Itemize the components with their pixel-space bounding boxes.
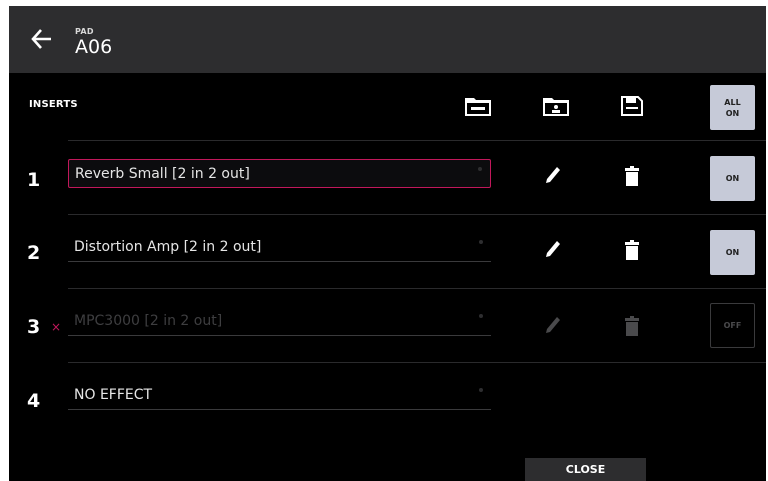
effect-select-slot-1[interactable]: Reverb Small [2 in 2 out] (68, 159, 491, 188)
screen: PAD A06 INSERTS ALL ON 1 Reverb Small [2… (9, 6, 766, 481)
edit-effect-button-slot-3[interactable] (545, 316, 561, 338)
folder-user-icon (543, 98, 569, 116)
slot-number: 2 (27, 242, 41, 264)
pad-name: A06 (75, 36, 113, 58)
effect-select-slot-4[interactable]: NO EFFECT (68, 381, 491, 410)
slot-number: 1 (27, 169, 41, 191)
delete-effect-button-slot-1[interactable] (625, 166, 639, 190)
all-on-button[interactable]: ALL ON (710, 85, 755, 130)
effect-name: Distortion Amp [2 in 2 out] (74, 239, 262, 255)
delete-effect-button-slot-3[interactable] (625, 316, 639, 340)
dropdown-caret-icon (478, 167, 482, 171)
delete-effect-button-slot-2[interactable] (625, 240, 639, 264)
divider (68, 288, 766, 289)
effect-select-slot-2[interactable]: Distortion Amp [2 in 2 out] (68, 233, 491, 262)
pencil-icon (546, 167, 560, 183)
floppy-disk-icon (621, 96, 643, 116)
slot-number: 3 (27, 316, 41, 338)
divider (68, 362, 766, 363)
divider (68, 214, 766, 215)
pencil-icon (546, 241, 560, 257)
arrow-left-icon (31, 29, 51, 49)
pencil-icon (546, 317, 560, 333)
close-button[interactable]: CLOSE (525, 458, 646, 481)
trash-icon (625, 240, 639, 260)
effect-name: Reverb Small [2 in 2 out] (75, 166, 250, 182)
folder-akai-icon (465, 98, 491, 116)
divider (68, 140, 766, 141)
edit-effect-button-slot-2[interactable] (545, 240, 561, 262)
dropdown-caret-icon (479, 240, 483, 244)
load-user-preset-button[interactable] (542, 95, 570, 121)
header-bar: PAD A06 (9, 6, 766, 73)
pad-label: PAD (75, 27, 94, 36)
slot-1-toggle[interactable]: ON (710, 156, 755, 201)
edit-effect-button-slot-1[interactable] (545, 166, 561, 188)
all-on-label-line2: ON (725, 108, 740, 118)
effect-name: MPC3000 [2 in 2 out] (74, 313, 223, 329)
trash-icon (625, 316, 639, 336)
inserts-title: INSERTS (29, 99, 78, 110)
save-preset-button[interactable] (621, 96, 643, 120)
slot-number: 4 (27, 390, 41, 412)
slot-2-toggle[interactable]: ON (710, 230, 755, 275)
error-mark: × (51, 320, 62, 334)
effect-select-slot-3[interactable]: MPC3000 [2 in 2 out] (68, 307, 491, 336)
dropdown-caret-icon (479, 388, 483, 392)
dropdown-caret-icon (479, 314, 483, 318)
back-button[interactable] (29, 26, 55, 52)
all-on-label-line1: ALL (724, 97, 741, 107)
slot-3-toggle[interactable]: OFF (710, 303, 755, 348)
load-akai-preset-button[interactable] (464, 95, 492, 121)
effect-name: NO EFFECT (74, 387, 153, 403)
trash-icon (625, 166, 639, 186)
